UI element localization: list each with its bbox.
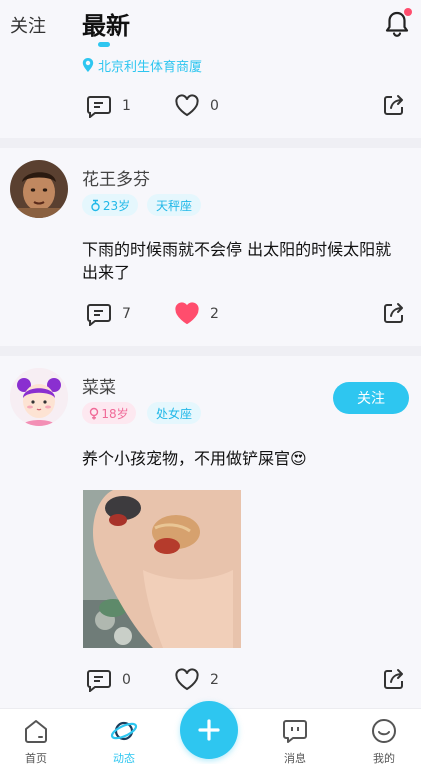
- comment-button[interactable]: 0: [86, 665, 131, 695]
- location-pin-icon: [82, 58, 94, 72]
- age-text: 23岁: [102, 198, 131, 213]
- nav-item-messages[interactable]: 消息: [265, 709, 325, 764]
- like-button[interactable]: 2: [174, 299, 219, 329]
- female-icon: [90, 407, 99, 419]
- comment-icon: [87, 670, 111, 692]
- location-text: 北京利生体育商厦: [98, 59, 203, 75]
- heart-outline-icon: [175, 668, 199, 691]
- nav-label: 消息: [284, 752, 306, 764]
- home-icon: [25, 720, 47, 743]
- notification-dot: [404, 8, 412, 16]
- follow-button[interactable]: 关注: [333, 382, 409, 414]
- nav-label: 动态: [113, 752, 135, 764]
- nav-label: 首页: [25, 752, 47, 764]
- like-count: 0: [210, 98, 219, 114]
- avatar-photo: [10, 160, 68, 218]
- nav-item-feed[interactable]: 动态: [94, 709, 154, 764]
- post-photo[interactable]: [83, 490, 241, 648]
- post-actions: 7 2: [0, 299, 421, 329]
- zodiac-badge: 天秤座: [147, 194, 201, 216]
- user-avatar[interactable]: [10, 368, 68, 426]
- cartoon-girl-avatar: [10, 368, 68, 426]
- zodiac-badge: 处女座: [147, 402, 201, 424]
- username[interactable]: 花王多芬: [82, 165, 150, 190]
- like-button[interactable]: 2: [174, 665, 219, 695]
- share-icon[interactable]: [382, 93, 406, 117]
- comment-icon: [87, 304, 111, 326]
- share-icon[interactable]: [382, 301, 406, 325]
- share-icon[interactable]: [382, 667, 406, 691]
- top-bar: 关注 最新: [0, 0, 421, 50]
- zodiac-text: 处女座: [155, 406, 192, 421]
- message-icon: [283, 720, 307, 743]
- post-location[interactable]: 北京利生体育商厦: [82, 56, 203, 75]
- zodiac-text: 天秤座: [155, 198, 192, 213]
- comment-button[interactable]: 1: [86, 91, 131, 121]
- post-actions: 1 0: [0, 91, 421, 121]
- like-button[interactable]: 0: [174, 91, 219, 121]
- comment-count: 7: [122, 306, 131, 322]
- comment-icon: [87, 96, 111, 118]
- post-text: 养个小孩宠物，不用做铲屎官😍: [82, 447, 402, 470]
- age-text: 18岁: [101, 406, 129, 421]
- user-avatar[interactable]: [10, 160, 68, 218]
- active-tab-indicator: [98, 42, 110, 47]
- heart-outline-icon: [175, 94, 199, 117]
- nav-item-profile[interactable]: 我的: [354, 709, 414, 764]
- tab-latest[interactable]: 最新: [82, 6, 130, 41]
- hermit-crab-photo: [83, 490, 241, 648]
- nav-item-home[interactable]: 首页: [6, 709, 66, 764]
- profile-icon: [372, 719, 396, 743]
- feed-page: 关注 最新 北京利生体育商厦 1 0 花王多芬 23岁 天秤座 下雨的时候雨就不…: [0, 0, 421, 764]
- comment-button[interactable]: 7: [86, 299, 131, 329]
- post-text: 下雨的时候雨就不会停 出太阳的时候太阳就出来了: [82, 240, 392, 282]
- post-actions: 0 2: [0, 665, 421, 695]
- post-text-body: 养个小孩宠物，不用做铲屎官: [82, 449, 291, 468]
- username[interactable]: 菜菜: [82, 373, 116, 398]
- post-divider: [0, 138, 421, 148]
- comment-count: 0: [122, 672, 131, 688]
- plus-icon: [198, 719, 220, 741]
- heart-filled-icon: [175, 302, 199, 325]
- tab-follow[interactable]: 关注: [10, 12, 46, 38]
- age-badge: 18岁: [82, 402, 136, 424]
- nav-label: 我的: [373, 752, 395, 764]
- planet-icon: [110, 721, 138, 741]
- heart-eyes-emoji: 😍: [290, 449, 307, 468]
- comment-count: 1: [122, 98, 131, 114]
- male-icon: [91, 199, 100, 211]
- post-divider: [0, 346, 421, 356]
- age-badge: 23岁: [82, 194, 138, 216]
- create-post-button[interactable]: [180, 701, 238, 759]
- like-count: 2: [210, 672, 219, 688]
- like-count: 2: [210, 306, 219, 322]
